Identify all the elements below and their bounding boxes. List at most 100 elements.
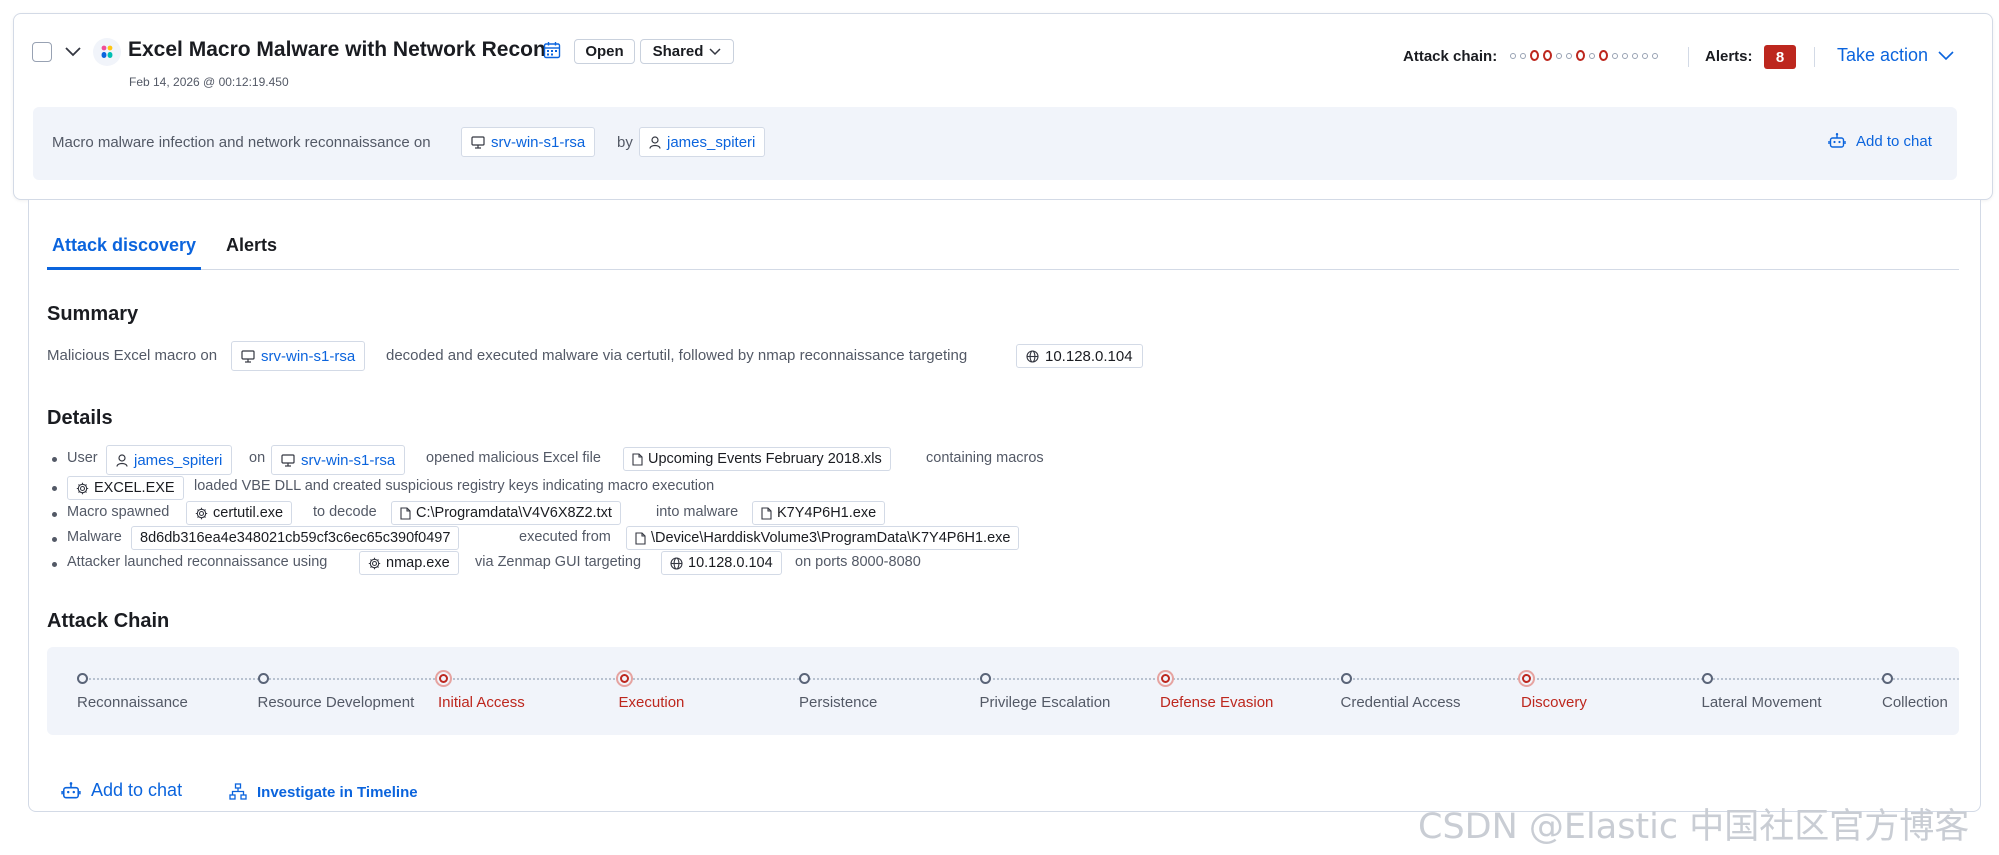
process-name: EXCEL.EXE (94, 480, 175, 496)
attack-chain-stage-label: Defense Evasion (1160, 694, 1274, 711)
sharing-dropdown-button[interactable]: Shared (640, 39, 734, 64)
file-path: \Device\HarddiskVolume3\ProgramData\K7Y4… (651, 530, 1011, 546)
attack-chain-node[interactable] (1340, 673, 1352, 684)
mini-chain-stage-active (1576, 50, 1585, 61)
file-name: Upcoming Events February 2018.xls (648, 451, 882, 467)
tab-attack-discovery[interactable]: Attack discovery (52, 235, 196, 256)
take-action-button[interactable]: Take action (1837, 45, 1954, 66)
investigate-in-timeline-button[interactable]: Investigate in Timeline (229, 783, 418, 801)
watermark: CSDN @Elastic 中国社区官方博客 (1418, 807, 1970, 847)
add-to-chat-button[interactable]: Add to chat (1828, 132, 1932, 150)
status-open-button[interactable]: Open (574, 39, 635, 64)
process-badge[interactable]: certutil.exe (186, 501, 293, 525)
alerts-label: Alerts: (1705, 48, 1753, 65)
globe-icon (670, 556, 683, 570)
ip-badge[interactable]: 10.128.0.104 (1016, 344, 1143, 368)
detail-text: opened malicious Excel file (426, 450, 601, 466)
mini-chain-stage (1652, 52, 1658, 59)
host-badge[interactable]: srv-win-s1-rsa (231, 341, 366, 371)
summary-text-2: decoded and executed malware via certuti… (386, 347, 968, 364)
detail-text: containing macros (926, 450, 1044, 466)
attack-chain-stage-label: Credential Access (1340, 694, 1461, 711)
attack-chain-stage-label: Persistence (799, 694, 878, 711)
attack-chain-node[interactable] (257, 673, 269, 684)
desktop-icon (241, 349, 255, 363)
mini-chain-stage (1566, 52, 1572, 59)
summary-heading: Summary (47, 303, 139, 325)
detail-text: loaded VBE DLL and created suspicious re… (194, 478, 715, 494)
elastic-ai-logo-icon (93, 38, 121, 66)
attack-chain-label: Attack chain: (1403, 48, 1498, 65)
gear-icon (368, 557, 381, 570)
summary-text-1: Malicious Excel macro on (47, 347, 218, 364)
attack-chain-node[interactable] (1701, 673, 1713, 684)
malware-name: K7Y4P6H1.exe (777, 505, 877, 521)
user-badge[interactable]: james_spiteri (639, 127, 766, 157)
alerts-count-badge[interactable]: 8 (1764, 45, 1796, 69)
file-hash: 8d6db316ea4e348021cb59cf3c6ec65c390f0497 (140, 530, 451, 546)
bullet (52, 562, 57, 567)
detail-text: to decode (313, 504, 377, 520)
ip-badge[interactable]: 10.128.0.104 (661, 551, 782, 575)
host-name: srv-win-s1-rsa (301, 451, 396, 469)
investigate-label: Investigate in Timeline (257, 783, 418, 801)
bullet (52, 537, 57, 542)
attack-chain-heading: Attack Chain (47, 610, 170, 632)
attack-chain-panel (47, 647, 1959, 735)
active-tab-indicator (47, 267, 201, 270)
robot-icon (1828, 132, 1846, 150)
attack-chain-node[interactable] (1882, 673, 1893, 684)
mini-chain-stage-active (1543, 50, 1552, 61)
process-badge[interactable]: EXCEL.EXE (67, 476, 184, 500)
attack-chain-node[interactable] (435, 670, 452, 687)
detail-text: Macro spawned (67, 504, 170, 520)
calendar-icon[interactable] (543, 41, 561, 59)
attack-chain-node[interactable] (77, 673, 88, 684)
mini-chain-stage (1520, 52, 1526, 59)
tabs-divider (47, 269, 1959, 270)
desktop-icon (471, 135, 485, 149)
gear-icon (195, 507, 208, 520)
detail-text: on (249, 450, 266, 466)
mini-chain-stage (1632, 52, 1638, 59)
attack-chain-node[interactable] (979, 673, 991, 684)
file-badge[interactable]: K7Y4P6H1.exe (752, 501, 886, 525)
process-badge[interactable]: nmap.exe (359, 551, 459, 575)
banner-by-text: by (617, 134, 633, 151)
attack-chain-node[interactable] (615, 670, 633, 687)
mini-attack-chain[interactable] (1510, 50, 1658, 61)
host-badge[interactable]: srv-win-s1-rsa (271, 445, 406, 475)
file-badge[interactable]: C:\Programdata\V4V6X8Z2.txt (391, 501, 621, 525)
process-name: nmap.exe (386, 555, 450, 571)
collapse-chevron-icon[interactable] (62, 41, 84, 63)
add-to-chat-footer-button[interactable]: Add to chat (61, 780, 182, 801)
sharing-label: Shared (652, 43, 704, 60)
attack-chain-stage-label: Privilege Escalation (979, 694, 1111, 711)
attack-chain-node[interactable] (1518, 670, 1535, 687)
process-name: certutil.exe (213, 505, 284, 521)
details-heading: Details (47, 407, 113, 429)
attack-chain-node[interactable] (799, 673, 810, 684)
detail-text: via Zenmap GUI targeting (475, 554, 642, 570)
attack-chain-node[interactable] (1157, 670, 1174, 687)
robot-icon (61, 781, 81, 801)
attack-chain-stage-label: Execution (618, 694, 685, 711)
user-icon (116, 453, 128, 467)
attack-chain-stage-label: Discovery (1521, 694, 1587, 711)
mini-chain-stage (1642, 52, 1648, 59)
file-badge[interactable]: Upcoming Events February 2018.xls (623, 447, 891, 471)
hash-badge[interactable]: 8d6db316ea4e348021cb59cf3c6ec65c390f0497 (131, 526, 460, 550)
mini-chain-stage (1622, 52, 1628, 59)
tab-alerts[interactable]: Alerts (226, 235, 277, 256)
file-badge[interactable]: \Device\HarddiskVolume3\ProgramData\K7Y4… (626, 526, 1020, 550)
mini-chain-stage (1556, 52, 1562, 59)
select-checkbox[interactable] (32, 42, 52, 62)
detail-text: on ports 8000-8080 (795, 554, 921, 570)
host-badge[interactable]: srv-win-s1-rsa (461, 127, 596, 157)
attack-chain-line (82, 678, 1959, 680)
document-icon (635, 531, 646, 545)
user-name: james_spiteri (667, 133, 756, 151)
user-badge[interactable]: james_spiteri (106, 445, 233, 475)
attack-chain-stage-label: Collection (1882, 694, 1948, 711)
document-icon (761, 506, 772, 520)
